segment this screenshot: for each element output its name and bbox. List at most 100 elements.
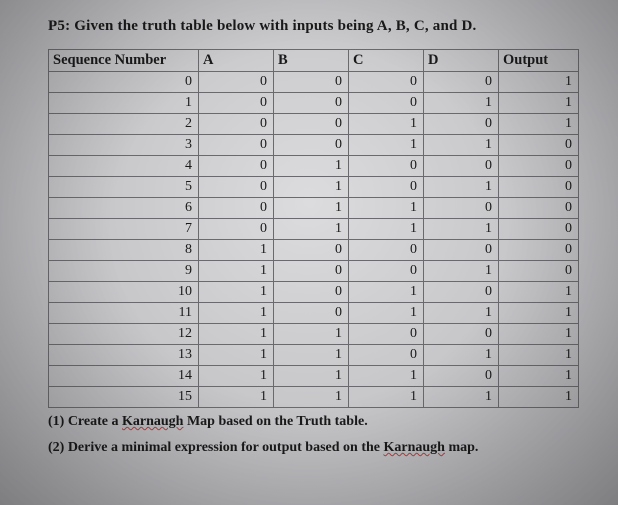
table-row: 1411101	[49, 366, 579, 387]
cell: 0	[424, 156, 499, 177]
cell: 0	[499, 198, 579, 219]
cell: 1	[199, 261, 274, 282]
table-row: 200101	[49, 114, 579, 135]
table-row: 1110111	[49, 303, 579, 324]
table-row: 501010	[49, 177, 579, 198]
cell: 1	[424, 177, 499, 198]
cell: 1	[49, 93, 199, 114]
cell: 0	[349, 156, 424, 177]
table-row: 300110	[49, 135, 579, 156]
cell: 0	[424, 324, 499, 345]
cell: 0	[499, 219, 579, 240]
table-row: 910010	[49, 261, 579, 282]
cell: 1	[424, 93, 499, 114]
cell: 1	[199, 387, 274, 408]
cell: 0	[349, 93, 424, 114]
cell: 9	[49, 261, 199, 282]
cell: 1	[274, 324, 349, 345]
cell: 1	[274, 198, 349, 219]
cell: 0	[424, 198, 499, 219]
col-d: D	[424, 50, 499, 72]
col-seq: Sequence Number	[49, 50, 199, 72]
cell: 1	[499, 366, 579, 387]
cell: 1	[199, 303, 274, 324]
table-row: 000001	[49, 72, 579, 93]
cell: 0	[424, 366, 499, 387]
table-row: 1311011	[49, 345, 579, 366]
col-output: Output	[499, 50, 579, 72]
cell: 1	[499, 114, 579, 135]
cell: 0	[199, 93, 274, 114]
cell: 1	[274, 219, 349, 240]
cell: 4	[49, 156, 199, 177]
cell: 1	[499, 93, 579, 114]
cell: 1	[199, 345, 274, 366]
cell: 0	[199, 156, 274, 177]
cell: 0	[274, 72, 349, 93]
q1-prefix: (1) Create a	[48, 414, 122, 429]
cell: 1	[349, 282, 424, 303]
cell: 1	[274, 387, 349, 408]
cell: 12	[49, 324, 199, 345]
cell: 3	[49, 135, 199, 156]
cell: 13	[49, 345, 199, 366]
cell: 0	[274, 303, 349, 324]
q2-rest: map.	[445, 440, 478, 455]
cell: 1	[199, 240, 274, 261]
col-b: B	[274, 50, 349, 72]
cell: 1	[499, 345, 579, 366]
table-row: 401000	[49, 156, 579, 177]
cell: 1	[424, 261, 499, 282]
cell: 1	[424, 387, 499, 408]
cell: 0	[199, 198, 274, 219]
cell: 0	[199, 219, 274, 240]
cell: 1	[424, 345, 499, 366]
cell: 1	[349, 219, 424, 240]
cell: 0	[349, 72, 424, 93]
cell: 1	[424, 303, 499, 324]
col-c: C	[349, 50, 424, 72]
q2-prefix: (2) Derive a minimal expression for outp…	[48, 440, 383, 455]
cell: 1	[199, 282, 274, 303]
cell: 0	[499, 135, 579, 156]
cell: 1	[499, 324, 579, 345]
question-2: (2) Derive a minimal expression for outp…	[48, 440, 590, 456]
cell: 1	[499, 72, 579, 93]
q1-wavy-word: Karnaugh	[122, 414, 183, 429]
title-prefix: P5:	[48, 18, 70, 34]
cell: 5	[49, 177, 199, 198]
cell: 14	[49, 366, 199, 387]
cell: 0	[199, 177, 274, 198]
cell: 1	[349, 303, 424, 324]
table-row: 100011	[49, 93, 579, 114]
cell: 7	[49, 219, 199, 240]
cell: 1	[274, 156, 349, 177]
cell: 0	[499, 261, 579, 282]
cell: 1	[499, 282, 579, 303]
cell: 0	[349, 324, 424, 345]
cell: 1	[499, 387, 579, 408]
cell: 1	[349, 135, 424, 156]
table-row: 810000	[49, 240, 579, 261]
cell: 0	[499, 156, 579, 177]
cell: 15	[49, 387, 199, 408]
cell: 0	[199, 114, 274, 135]
cell: 0	[49, 72, 199, 93]
cell: 1	[274, 345, 349, 366]
cell: 1	[424, 219, 499, 240]
table-row: 701110	[49, 219, 579, 240]
cell: 0	[499, 177, 579, 198]
cell: 0	[349, 345, 424, 366]
table-row: 601100	[49, 198, 579, 219]
truth-table: Sequence Number A B C D Output 000001100…	[48, 49, 579, 408]
cell: 1	[424, 135, 499, 156]
cell: 0	[424, 240, 499, 261]
cell: 0	[274, 282, 349, 303]
cell: 2	[49, 114, 199, 135]
cell: 0	[424, 72, 499, 93]
cell: 8	[49, 240, 199, 261]
cell: 1	[349, 366, 424, 387]
cell: 10	[49, 282, 199, 303]
col-a: A	[199, 50, 274, 72]
cell: 1	[274, 177, 349, 198]
